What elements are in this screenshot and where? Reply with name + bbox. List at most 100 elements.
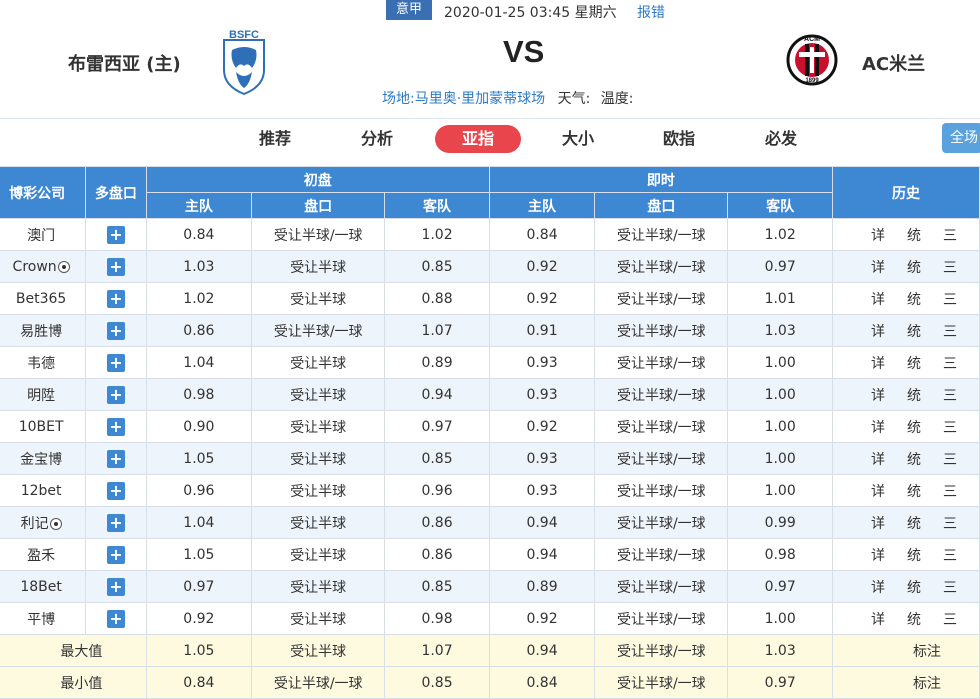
company-cell[interactable]: 金宝博 <box>0 442 87 475</box>
detail-link[interactable]: 详 <box>871 420 885 436</box>
expand-plus-icon[interactable]: + <box>106 417 125 436</box>
tab-betfair[interactable]: 必发 <box>746 125 816 153</box>
odds-table: 博彩公司 多盘口 初盘 即时 历史 主队 盘口 客队 主队 盘口 客队 澳门 +0… <box>0 166 980 699</box>
expand-plus-icon[interactable]: + <box>106 577 125 596</box>
expand-plus-icon[interactable]: + <box>106 289 125 308</box>
summary-note[interactable]: 标注 <box>831 634 980 667</box>
expand-plus-icon[interactable]: + <box>106 513 125 532</box>
detail-link[interactable]: 详 <box>871 452 885 468</box>
summary-note[interactable]: 标注 <box>831 666 980 699</box>
third-link[interactable]: 三 <box>943 420 957 436</box>
multi-line-header: 多盘口 <box>85 166 147 219</box>
detail-link[interactable]: 详 <box>871 516 885 532</box>
company-cell[interactable]: 12bet <box>0 474 87 507</box>
detail-link[interactable]: 详 <box>871 548 885 564</box>
company-cell[interactable]: 韦德 <box>0 346 87 379</box>
detail-link[interactable]: 详 <box>871 260 885 276</box>
detail-link[interactable]: 详 <box>871 388 885 404</box>
tab-analysis[interactable]: 分析 <box>342 125 412 153</box>
summary-live-home: 0.84 <box>488 666 596 699</box>
stats-link[interactable]: 统 <box>907 580 921 596</box>
third-link[interactable]: 三 <box>943 388 957 404</box>
expand-plus-icon[interactable]: + <box>106 545 125 564</box>
stats-link[interactable]: 统 <box>907 228 921 244</box>
third-link[interactable]: 三 <box>943 612 957 628</box>
venue-name[interactable]: 马里奥·里加蒙蒂球场 <box>415 91 545 107</box>
company-cell[interactable]: 利记 <box>0 506 87 539</box>
summary-initial-away: 0.85 <box>384 666 490 699</box>
initial-home-odds: 0.96 <box>145 474 253 507</box>
expand-plus-icon[interactable]: + <box>106 481 125 500</box>
report-error-link[interactable]: 报错 <box>637 2 665 22</box>
summary-live-home: 0.94 <box>488 634 596 667</box>
company-cell[interactable]: 易胜博 <box>0 314 87 347</box>
company-cell[interactable]: 澳门 <box>0 218 87 251</box>
stats-link[interactable]: 统 <box>907 612 921 628</box>
detail-link[interactable]: 详 <box>871 324 885 340</box>
detail-link[interactable]: 详 <box>871 612 885 628</box>
tab-asian-handicap[interactable]: 亚指 <box>435 125 521 153</box>
third-link[interactable]: 三 <box>943 260 957 276</box>
expand-plus-icon[interactable]: + <box>106 257 125 276</box>
live-home-odds: 0.94 <box>488 506 596 539</box>
expand-plus-icon[interactable]: + <box>106 353 125 372</box>
table-row: 12bet +0.96 受让半球 0.96 0.93 受让半球/一球 1.00 详统三 <box>0 474 980 507</box>
third-link[interactable]: 三 <box>943 452 957 468</box>
third-link[interactable]: 三 <box>943 580 957 596</box>
detail-link[interactable]: 详 <box>871 228 885 244</box>
multi-line-cell: + <box>85 474 147 507</box>
stats-link[interactable]: 统 <box>907 324 921 340</box>
third-link[interactable]: 三 <box>943 548 957 564</box>
company-cell[interactable]: 18Bet <box>0 570 87 603</box>
summary-initial-line: 受让半球 <box>251 634 386 667</box>
stats-link[interactable]: 统 <box>907 260 921 276</box>
stats-link[interactable]: 统 <box>907 484 921 500</box>
company-cell[interactable]: 10BET <box>0 410 87 443</box>
tab-recommend[interactable]: 推荐 <box>240 125 310 153</box>
detail-link[interactable]: 详 <box>871 292 885 308</box>
company-cell[interactable]: Crown <box>0 250 87 283</box>
history-links: 详统三 <box>831 474 980 507</box>
company-name: 10BET <box>18 418 64 435</box>
company-cell[interactable]: 盈禾 <box>0 538 87 571</box>
detail-link[interactable]: 详 <box>871 484 885 500</box>
tab-european-odds[interactable]: 欧指 <box>644 125 714 153</box>
expand-plus-icon[interactable]: + <box>106 321 125 340</box>
live-home-odds: 0.94 <box>488 538 596 571</box>
third-link[interactable]: 三 <box>943 292 957 308</box>
expand-plus-icon[interactable]: + <box>106 385 125 404</box>
stats-link[interactable]: 统 <box>907 452 921 468</box>
table-row: 盈禾 +1.05 受让半球 0.86 0.94 受让半球/一球 0.98 详 统 三 <box>0 538 980 571</box>
stats-link[interactable]: 统 <box>907 356 921 372</box>
stats-link[interactable]: 统 <box>907 388 921 404</box>
third-link[interactable]: 三 <box>943 356 957 372</box>
multi-line-cell: + <box>85 538 147 571</box>
company-cell[interactable]: Bet365 <box>0 282 87 315</box>
third-link[interactable]: 三 <box>943 228 957 244</box>
expand-plus-icon[interactable]: + <box>106 225 125 244</box>
initial-home-odds: 1.03 <box>145 250 253 283</box>
third-link[interactable]: 三 <box>943 324 957 340</box>
detail-link[interactable]: 详 <box>871 580 885 596</box>
history-links: 详统三 <box>831 410 980 443</box>
stats-link[interactable]: 统 <box>907 548 921 564</box>
detail-link[interactable]: 详 <box>871 356 885 372</box>
company-cell[interactable]: 明陞 <box>0 378 87 411</box>
company-cell[interactable]: 平博 <box>0 602 87 635</box>
stats-link[interactable]: 统 <box>907 516 921 532</box>
match-header: 意甲 2020-01-25 03:45 星期六 报错 布雷西亚 (主) BSFC… <box>0 0 980 118</box>
third-link[interactable]: 三 <box>943 484 957 500</box>
initial-handicap-line: 受让半球 <box>251 410 386 443</box>
stats-link[interactable]: 统 <box>907 420 921 436</box>
stats-link[interactable]: 统 <box>907 292 921 308</box>
expand-plus-icon[interactable]: + <box>106 609 125 628</box>
expand-plus-icon[interactable]: + <box>106 449 125 468</box>
tab-over-under[interactable]: 大小 <box>543 125 613 153</box>
company-name: 18Bet <box>20 578 62 595</box>
company-name: 韦德 <box>27 355 56 372</box>
league-badge[interactable]: 意甲 <box>386 0 432 20</box>
live-away-odds: 1.00 <box>727 442 833 475</box>
full-match-button[interactable]: 全场 <box>942 123 980 153</box>
third-link[interactable]: 三 <box>943 516 957 532</box>
initial-away-odds: 1.07 <box>384 314 490 347</box>
